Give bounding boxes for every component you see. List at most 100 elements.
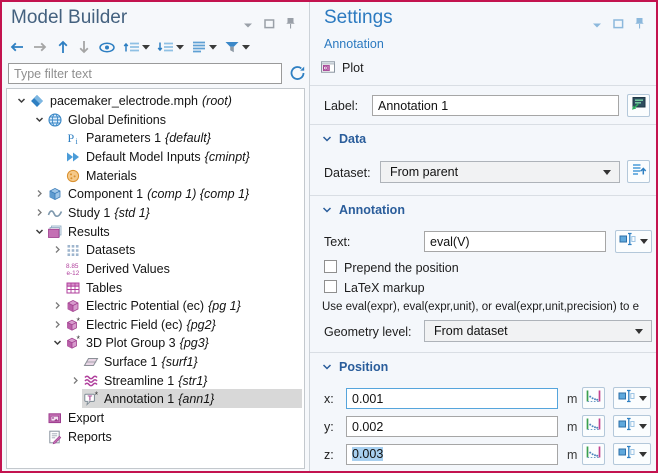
tree-item-electric-field-ec[interactable]: *Electric Field (ec){pg2} [7, 315, 304, 334]
expand-chevron-icon[interactable] [51, 318, 64, 331]
collapse-chevron-icon[interactable] [51, 336, 64, 349]
chevron-down-icon [603, 170, 611, 175]
tree-item-component-1[interactable]: Component 1(comp 1) {comp 1} [7, 184, 304, 203]
toolbar-filter-button[interactable] [223, 37, 251, 57]
position-x-input[interactable] [346, 388, 558, 409]
edit-expression-icon [618, 388, 635, 409]
annotation-text-input[interactable] [424, 231, 606, 252]
toolbar-move-up-button[interactable] [55, 37, 71, 57]
tree-item-label: Export [68, 411, 104, 425]
pin-icon[interactable] [286, 16, 295, 34]
chevron-spacer [51, 150, 64, 163]
component-icon [47, 186, 63, 202]
rename-button[interactable] [627, 94, 650, 117]
collapse-chevron-icon[interactable] [15, 94, 28, 107]
prepend-position-checkbox[interactable] [324, 260, 337, 273]
tree-item-label: 3D Plot Group 3 [86, 336, 176, 350]
latex-markup-checkbox[interactable] [324, 280, 337, 293]
position-z-input[interactable]: 0.003 [346, 444, 558, 465]
toolbar-back-button[interactable] [7, 37, 26, 57]
tree-item-global-definitions[interactable]: Global Definitions [7, 110, 304, 129]
tree-item-export[interactable]: Export [7, 408, 304, 427]
reports-icon [47, 429, 63, 445]
prepend-position-label[interactable]: Prepend the position [344, 261, 459, 275]
panel-menu-icon[interactable] [592, 16, 602, 34]
collapse-chevron-icon[interactable] [33, 113, 46, 126]
tree-item-streamline-1[interactable]: Streamline 1{str1} [7, 371, 304, 390]
tree-item-default-model-inputs[interactable]: Default Model Inputs{cminpt} [7, 147, 304, 166]
tree-item-pacemaker-electrode-mph[interactable]: pacemaker_electrode.mph(root) [7, 91, 304, 110]
filter-input[interactable] [8, 63, 282, 84]
tree-item-label: Global Definitions [68, 113, 166, 127]
range-icon [585, 444, 602, 465]
tree-item-derived-values[interactable]: 8.85e-12Derived Values [7, 259, 304, 278]
annotation-section-header[interactable]: Annotation [322, 203, 405, 217]
settings-panel: Settings Annotation Plot Label: Data Dat… [310, 2, 656, 471]
collapse-chevron-icon[interactable] [33, 225, 46, 238]
expand-chevron-icon[interactable] [69, 374, 82, 387]
tree-item-electric-potential-ec[interactable]: Electric Potential (ec){pg 1} [7, 296, 304, 315]
pin-icon[interactable] [635, 16, 644, 34]
plot-button[interactable]: Plot [320, 58, 364, 78]
dataset-label: Dataset: [324, 166, 371, 180]
chevron-down-icon [639, 424, 647, 429]
expand-chevron-icon[interactable] [51, 299, 64, 312]
toolbar-collapse-all-button[interactable] [122, 37, 151, 57]
float-icon[interactable] [264, 16, 275, 34]
tree-item-study-1[interactable]: Study 1{std 1} [7, 203, 304, 222]
data-section-header[interactable]: Data [322, 132, 366, 146]
dataset-dropdown[interactable]: From parent [380, 161, 620, 183]
comsol-window: Model Builder pacemaker_electrode.mph(ro… [0, 0, 658, 473]
tree-item-surface-1[interactable]: Surface 1{surf1} [7, 352, 304, 371]
chevron-down-icon [640, 239, 648, 244]
insert-expression-button[interactable] [615, 230, 652, 253]
position-y-input[interactable] [346, 416, 558, 437]
tree-item-label: Parameters 1 [86, 131, 161, 145]
edit-expression-icon [619, 231, 636, 252]
settings-subtitle: Annotation [324, 37, 384, 51]
range-button[interactable] [582, 443, 605, 465]
tree-item-label: Study 1 [68, 206, 110, 220]
toolbar-forward-button[interactable] [31, 37, 50, 57]
toolbar-node-text-button[interactable] [190, 37, 218, 57]
position-z-unit: m [567, 448, 577, 462]
section-separator [310, 352, 656, 353]
datasets-icon [65, 242, 81, 258]
derived-values-icon: 8.85e-12 [65, 261, 81, 277]
expand-chevron-icon[interactable] [33, 187, 46, 200]
tree-item-parameters-1[interactable]: PiParameters 1{default} [7, 128, 304, 147]
range-button[interactable] [582, 387, 605, 409]
insert-expression-button[interactable] [613, 387, 651, 409]
tree-item-results[interactable]: Results [7, 222, 304, 241]
toolbar-show-button[interactable] [97, 37, 117, 57]
expand-chevron-icon[interactable] [51, 243, 64, 256]
tree-item-tables[interactable]: Tables [7, 278, 304, 297]
label-input[interactable] [372, 95, 619, 116]
toolbar-move-down-button[interactable] [76, 37, 92, 57]
tree-item-reports[interactable]: Reports [7, 427, 304, 446]
toolbar-expand-all-button[interactable] [156, 37, 185, 57]
tree-item-datasets[interactable]: Datasets [7, 240, 304, 259]
tree-item-annotation-1[interactable]: T*Annotation 1{ann1} [7, 389, 304, 408]
tree-item-label: Streamline 1 [104, 374, 174, 388]
tree-item-materials[interactable]: Materials [7, 166, 304, 185]
geometry-level-dropdown[interactable]: From dataset [424, 320, 652, 342]
tree-item-3d-plot-group-3[interactable]: *3D Plot Group 3{pg3} [7, 333, 304, 352]
position-section-header[interactable]: Position [322, 360, 388, 374]
float-icon[interactable] [613, 16, 624, 34]
range-button[interactable] [582, 415, 605, 437]
range-icon [585, 388, 602, 409]
expand-chevron-icon[interactable] [33, 206, 46, 219]
panel-menu-icon[interactable] [243, 16, 253, 34]
latex-markup-label[interactable]: LaTeX markup [344, 281, 425, 295]
insert-expression-button[interactable] [613, 415, 651, 437]
insert-expression-button[interactable] [613, 443, 651, 465]
refresh-icon[interactable] [289, 64, 307, 82]
tree-item-tag: (comp 1) {comp 1} [147, 187, 249, 201]
tree-item-label: Tables [86, 281, 122, 295]
tree-item-tag: {pg2} [187, 318, 216, 332]
chevron-spacer [69, 392, 82, 405]
model-builder-window-controls [243, 16, 295, 34]
position-x-unit: m [567, 392, 577, 406]
go-to-source-button[interactable] [627, 160, 650, 183]
